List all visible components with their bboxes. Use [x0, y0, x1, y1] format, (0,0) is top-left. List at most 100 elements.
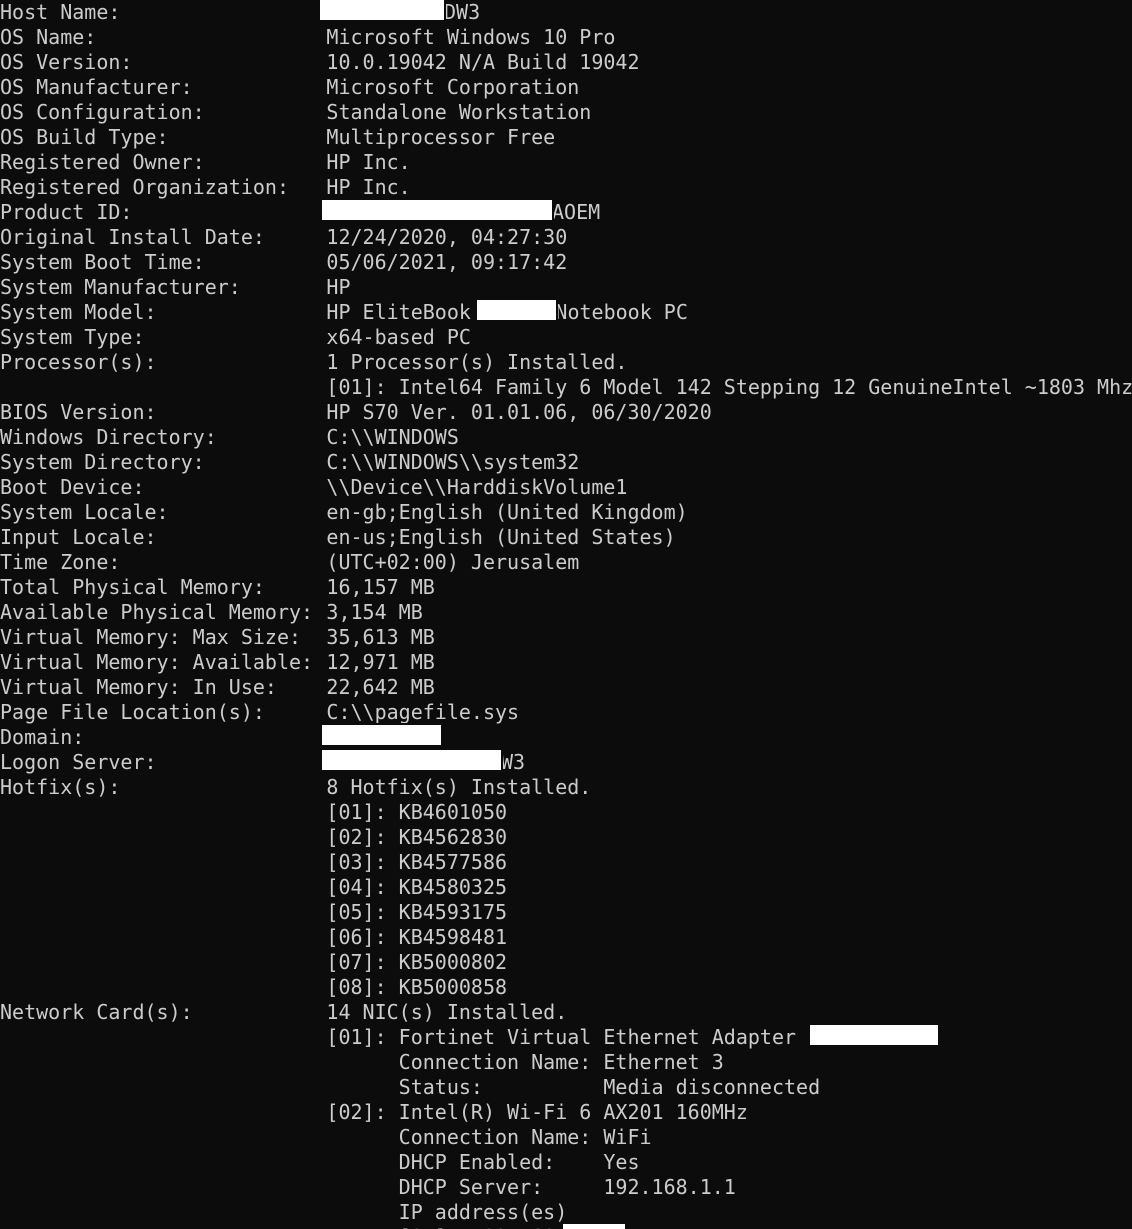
field-value: 14 NIC(s) Installed.	[326, 1000, 568, 1024]
field-label: System Locale:	[0, 500, 169, 524]
nic-adapter-redaction	[810, 1025, 938, 1045]
terminal-line: [01]: Intel64 Family 6 Model 142 Steppin…	[0, 375, 1132, 400]
field-value: (UTC+02:00) Jerusalem	[326, 550, 580, 574]
field-value: 05/06/2021, 09:17:42	[326, 250, 568, 274]
field-label: Windows Directory:	[0, 425, 217, 449]
field-label: Time Zone:	[0, 550, 121, 574]
field-label: Domain:	[0, 725, 85, 749]
field-value: 22,642 MB	[326, 675, 435, 699]
field-value: C:\\pagefile.sys	[326, 700, 520, 724]
field-value: IP address(es)	[326, 1200, 568, 1224]
field-label: OS Build Type:	[0, 125, 169, 149]
field-value: [05]: KB4593175	[326, 900, 508, 924]
field-value: [06]: KB4598481	[326, 925, 508, 949]
field-value: HP	[326, 275, 351, 299]
field-value: [01]: Fortinet Virtual Ethernet Adapter	[326, 1025, 797, 1049]
terminal-line: Windows Directory: C:\\WINDOWS	[0, 425, 1132, 450]
field-value: \\Device\\HarddiskVolume1	[326, 475, 628, 499]
field-value: DHCP Enabled: Yes	[326, 1150, 640, 1174]
terminal-line: Boot Device: \\Device\\HarddiskVolume1	[0, 475, 1132, 500]
terminal-line: Time Zone: (UTC+02:00) Jerusalem	[0, 550, 1132, 575]
field-label: System Type:	[0, 325, 145, 349]
field-value: Standalone Workstation	[326, 100, 592, 124]
field-label: Processor(s):	[0, 350, 157, 374]
systeminfo-terminal-output[interactable]: Host Name: DW3 OS Name: Microsoft Windows 1…	[0, 0, 1132, 1229]
field-value: Microsoft Windows 10 Pro	[326, 25, 616, 49]
field-label: Original Install Date:	[0, 225, 265, 249]
terminal-line: Host Name: DW3	[0, 0, 1132, 25]
terminal-line: Input Locale: en-us;English (United State…	[0, 525, 1132, 550]
field-value: [01]: KB4601050	[326, 800, 508, 824]
field-suffix: AOEM	[551, 200, 601, 224]
field-value: HP S70 Ver. 01.01.06, 06/30/2020	[326, 400, 712, 424]
terminal-line: OS Manufacturer: Microsoft Corporation	[0, 75, 1132, 100]
terminal-line: OS Name: Microsoft Windows 10 Pro	[0, 25, 1132, 50]
field-suffix: DW3	[443, 0, 481, 24]
field-label: Available Physical Memory:	[0, 600, 314, 624]
terminal-line: [01]: Fortinet Virtual Ethernet Adapter	[0, 1025, 1132, 1050]
field-value: 10.0.19042 N/A Build 19042	[326, 50, 640, 74]
field-value: Connection Name: Ethernet 3	[326, 1050, 724, 1074]
terminal-line: Status: Media disconnected	[0, 1075, 1132, 1100]
terminal-line: [06]: KB4598481	[0, 925, 1132, 950]
field-label: Hotfix(s):	[0, 775, 121, 799]
field-value: 3,154 MB	[326, 600, 423, 624]
terminal-line: Page File Location(s): C:\\pagefile.sys	[0, 700, 1132, 725]
terminal-line: Processor(s): 1 Processor(s) Installed.	[0, 350, 1132, 375]
field-label: Boot Device:	[0, 475, 145, 499]
field-label: System Manufacturer:	[0, 275, 241, 299]
field-label: Page File Location(s):	[0, 700, 265, 724]
field-value: [01]: 192.168.	[326, 1225, 568, 1229]
terminal-line: OS Build Type: Multiprocessor Free	[0, 125, 1132, 150]
field-label: OS Configuration:	[0, 100, 205, 124]
field-value: [01]: Intel64 Family 6 Model 142 Steppin…	[326, 375, 1132, 399]
field-label: Network Card(s):	[0, 1000, 193, 1024]
terminal-line: Virtual Memory: Available: 12,971 MB	[0, 650, 1132, 675]
terminal-line: System Directory: C:\\WINDOWS\\system32	[0, 450, 1132, 475]
field-label: Virtual Memory: Max Size:	[0, 625, 302, 649]
field-label: Logon Server:	[0, 750, 157, 774]
field-suffix: W3	[500, 750, 526, 774]
field-value: HP Inc.	[326, 175, 411, 199]
terminal-line: [01]: KB4601050	[0, 800, 1132, 825]
field-value: [03]: KB4577586	[326, 850, 508, 874]
field-label: Input Locale:	[0, 525, 157, 549]
terminal-line: OS Version: 10.0.19042 N/A Build 19042	[0, 50, 1132, 75]
terminal-line: [07]: KB5000802	[0, 950, 1132, 975]
field-label: Virtual Memory: In Use:	[0, 675, 277, 699]
field-value: Microsoft Corporation	[326, 75, 580, 99]
field-value: DHCP Server: 192.168.1.1	[326, 1175, 736, 1199]
field-label: System Directory:	[0, 450, 205, 474]
terminal-line: Available Physical Memory: 3,154 MB	[0, 600, 1132, 625]
field-label: OS Version:	[0, 50, 133, 74]
field-label: BIOS Version:	[0, 400, 157, 424]
terminal-line: System Model: HP EliteBook Notebook PC	[0, 300, 1132, 325]
field-value: 8 Hotfix(s) Installed.	[326, 775, 592, 799]
terminal-line: [02]: Intel(R) Wi-Fi 6 AX201 160MHz	[0, 1100, 1132, 1125]
field-value: HP Inc.	[326, 150, 411, 174]
terminal-line: [05]: KB4593175	[0, 900, 1132, 925]
field-value: C:\\WINDOWS	[326, 425, 459, 449]
field-value: [04]: KB4580325	[326, 875, 508, 899]
terminal-line: Total Physical Memory: 16,157 MB	[0, 575, 1132, 600]
field-value: x64-based PC	[326, 325, 471, 349]
terminal-line: System Type: x64-based PC	[0, 325, 1132, 350]
terminal-line: [02]: KB4562830	[0, 825, 1132, 850]
product-id-redaction	[322, 200, 552, 220]
field-label: Total Physical Memory:	[0, 575, 265, 599]
terminal-line: System Manufacturer: HP	[0, 275, 1132, 300]
field-value: en-us;English (United States)	[326, 525, 676, 549]
field-value: [02]: Intel(R) Wi-Fi 6 AX201 160MHz	[326, 1100, 748, 1124]
terminal-line: BIOS Version: HP S70 Ver. 01.01.06, 06/30…	[0, 400, 1132, 425]
terminal-line: Virtual Memory: Max Size: 35,613 MB	[0, 625, 1132, 650]
field-suffix: Notebook PC	[555, 300, 688, 324]
terminal-lines: Host Name: DW3 OS Name: Microsoft Windows 1…	[0, 0, 1132, 1229]
terminal-line: Registered Owner: HP Inc.	[0, 150, 1132, 175]
terminal-line: Connection Name: WiFi	[0, 1125, 1132, 1150]
terminal-line: Original Install Date: 12/24/2020, 04:27:…	[0, 225, 1132, 250]
field-label: Registered Organization:	[0, 175, 289, 199]
terminal-line: Logon Server: W3	[0, 750, 1132, 775]
terminal-line: System Locale: en-gb;English (United King…	[0, 500, 1132, 525]
field-label: OS Manufacturer:	[0, 75, 193, 99]
terminal-line: OS Configuration: Standalone Workstation	[0, 100, 1132, 125]
